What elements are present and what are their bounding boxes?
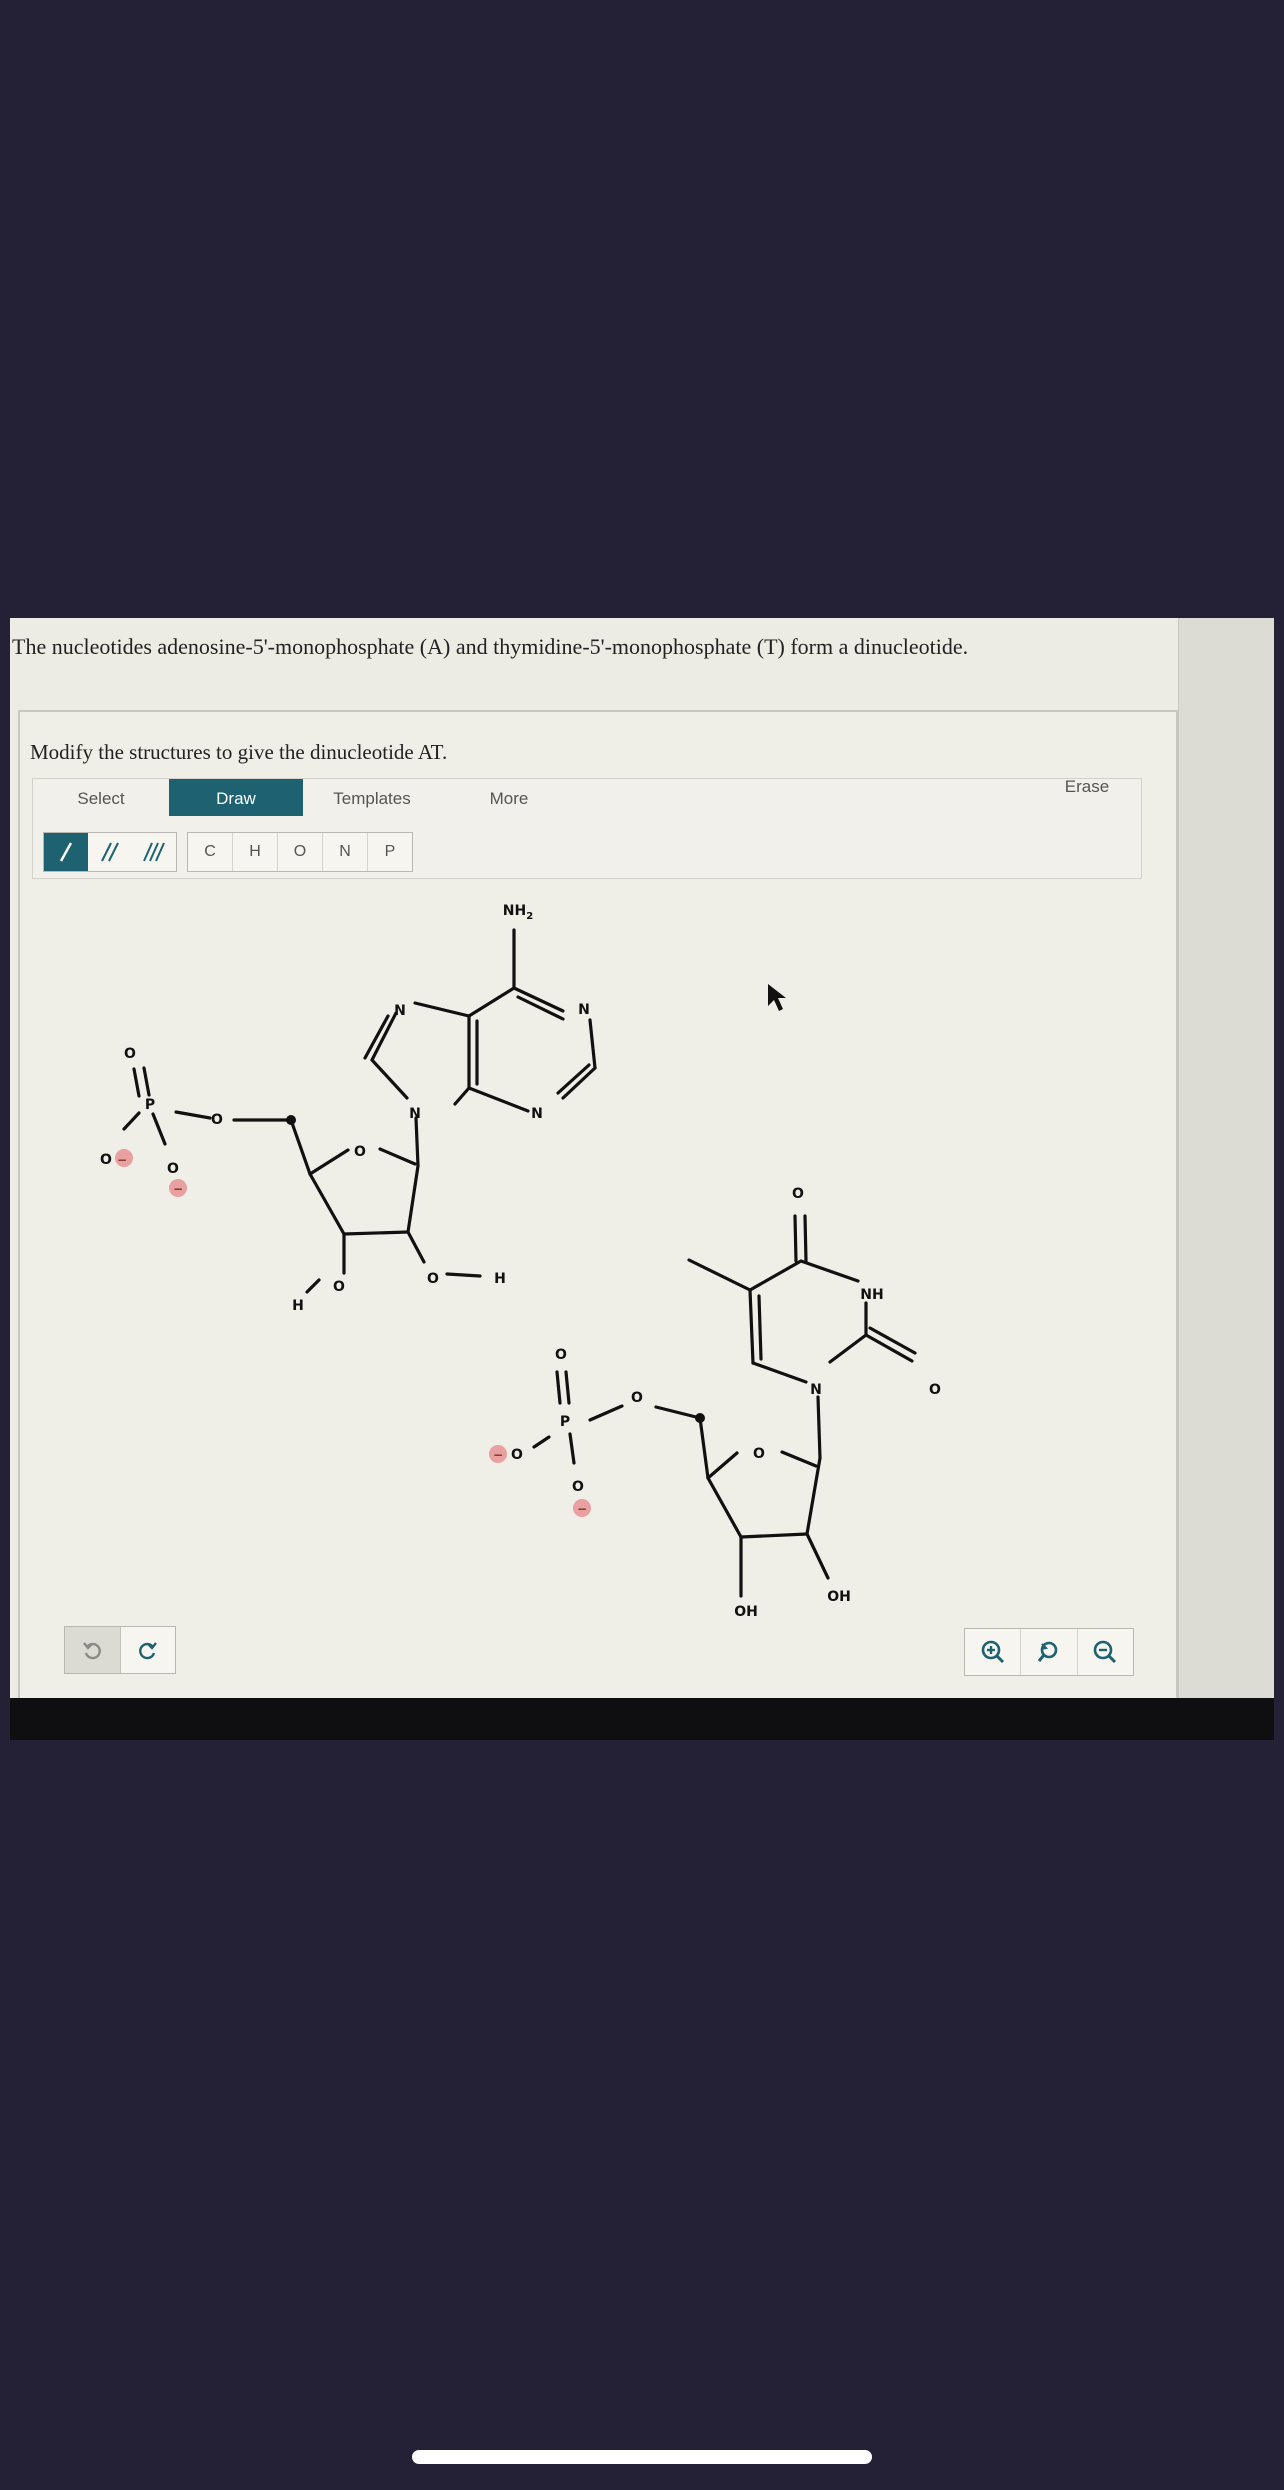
label-n7: N (394, 1003, 406, 1019)
label-n1: N (578, 1002, 590, 1018)
undo-icon[interactable] (65, 1627, 121, 1673)
label-o-3prime-a: O (333, 1279, 345, 1295)
label-o-5prime-a: O (211, 1112, 223, 1128)
zoom-out-icon[interactable] (1078, 1629, 1133, 1675)
label-oh-2prime-t: OH (827, 1589, 851, 1605)
label-nh-thymine: NH (860, 1287, 883, 1303)
charge-minus-1: − (117, 1153, 127, 1167)
undo-redo-group (64, 1626, 176, 1674)
label-o-thymine-right: O (929, 1382, 941, 1398)
label-n9: N (409, 1106, 421, 1122)
label-o-ring-a: O (354, 1144, 366, 1160)
mouse-cursor-icon (768, 984, 786, 1011)
label-o-thymine-top: O (792, 1186, 804, 1202)
molecule-canvas[interactable]: NH2 N N N N O O O H H O P O O O O NH O N… (10, 618, 1274, 1740)
label-n-thymine: N (810, 1382, 822, 1398)
charge-minus-2: − (173, 1182, 183, 1196)
charge-minus-3: − (493, 1448, 503, 1462)
screenshot-photo: The nucleotides adenosine-5'-monophospha… (10, 618, 1274, 1740)
charge-minus-4: − (577, 1502, 587, 1516)
redo-icon[interactable] (121, 1627, 176, 1673)
label-o-5prime-t: O (631, 1390, 643, 1406)
label-oh-3prime-t: OH (734, 1604, 758, 1620)
zoom-in-icon[interactable] (965, 1629, 1022, 1675)
label-p-t: P (560, 1414, 570, 1430)
home-indicator[interactable] (412, 2450, 872, 2464)
label-o-down-a: O (167, 1161, 179, 1177)
photo-bottom-bar (10, 1698, 1274, 1740)
label-o-double-a: O (124, 1046, 136, 1062)
label-p-a: P (145, 1097, 155, 1113)
zoom-reset-icon[interactable] (1021, 1629, 1078, 1675)
label-o-left-t: O (511, 1447, 523, 1463)
label-o-down-t: O (572, 1479, 584, 1495)
label-h-a2: H (292, 1298, 304, 1314)
label-o-left-a: O (100, 1152, 112, 1168)
label-o-double-t: O (555, 1347, 567, 1363)
label-o-ring-t: O (753, 1446, 765, 1462)
label-o-2prime-a: O (427, 1271, 439, 1287)
label-n3: N (531, 1106, 543, 1122)
label-nh2: NH2 (503, 903, 533, 922)
zoom-control-group (964, 1628, 1134, 1676)
label-h-a: H (494, 1271, 506, 1287)
